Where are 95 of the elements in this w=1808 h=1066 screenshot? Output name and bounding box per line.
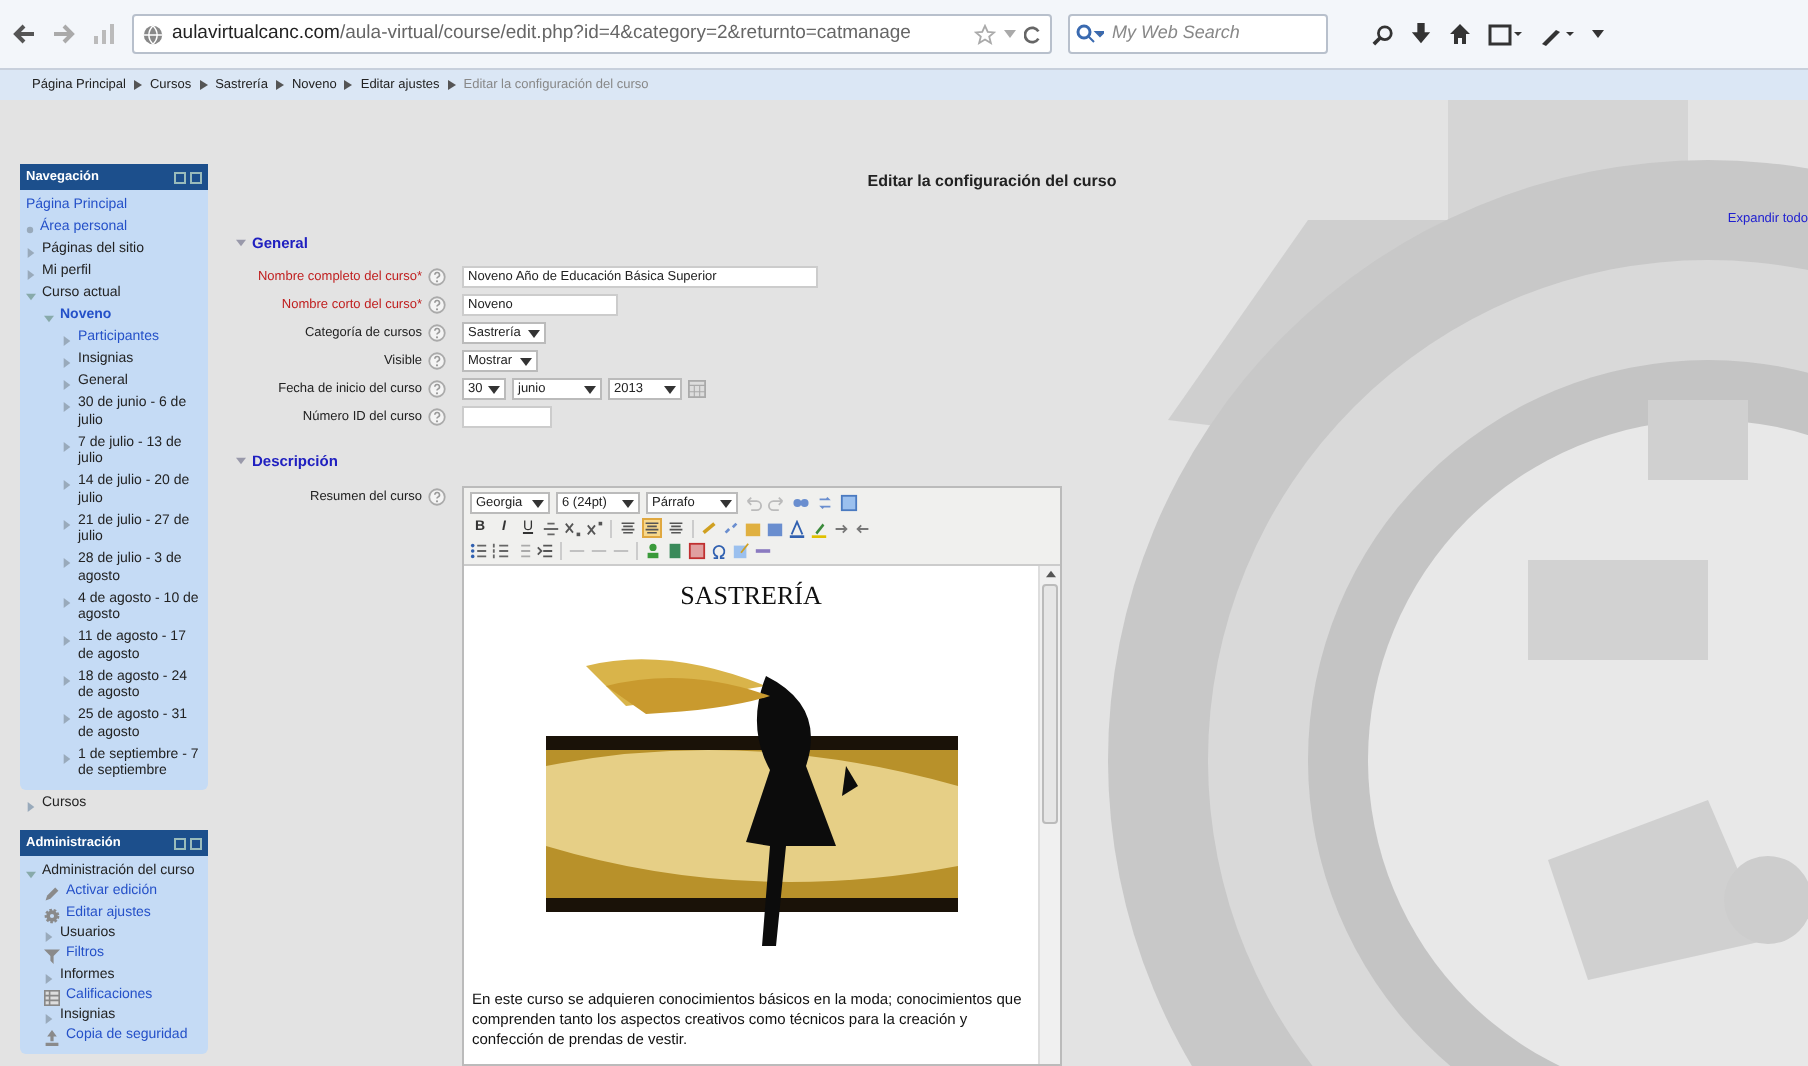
separator-icon [344,80,353,90]
gear-icon [44,907,60,923]
dropdown-caret-icon [664,385,676,393]
dock-icon [174,171,202,183]
dropdown-caret-icon [528,329,540,337]
expanded-arrow-icon[interactable] [236,456,246,467]
superscript-icon[interactable] [586,519,604,538]
collapsed-arrow-icon[interactable] [62,336,72,346]
collapsed-arrow-icon[interactable] [62,558,72,568]
collapsed-arrow-icon[interactable] [26,270,36,280]
help-icon[interactable] [428,268,446,286]
url-text: aulavirtualcanc.com/aula-virtual/course/edit.php?id=4&category=2&returnto=catmanage [172,19,913,48]
separator-icon [199,80,208,90]
text-color-icon[interactable] [788,519,806,538]
fullscreen-icon[interactable] [840,494,858,513]
signal-icon [92,24,116,44]
bullet-list-icon[interactable] [470,542,488,561]
rtl-icon[interactable] [854,519,872,538]
dropdown-caret-icon [520,357,532,365]
dropdown-caret-icon [532,499,544,508]
collapsed-arrow-icon[interactable] [62,358,72,368]
numbered-list-icon[interactable] [492,542,510,561]
align-icon [644,520,660,537]
align-icon [668,520,684,537]
omega-icon[interactable] [710,542,728,561]
help-icon[interactable] [428,324,446,342]
separator-icon [133,80,142,90]
search-engine-icon [1076,24,1104,44]
collapsed-arrow-icon[interactable] [44,1014,54,1024]
collapsed-arrow-icon[interactable] [62,441,72,451]
indent-icon[interactable] [536,542,554,561]
expanded-arrow-icon[interactable] [26,870,36,880]
scroll-up-icon [1045,570,1055,579]
text-field[interactable] [462,406,552,428]
collapsed-arrow-icon[interactable] [44,932,54,942]
help-icon[interactable] [428,408,446,426]
forward-icon[interactable] [52,22,76,46]
align-button[interactable] [642,518,662,539]
search-input[interactable]: My Web Search [1112,20,1320,48]
collapsed-arrow-icon[interactable] [44,973,54,983]
collapsed-arrow-icon[interactable] [62,519,72,529]
content-heading: SASTRERÍA [680,578,822,615]
highlight-icon[interactable] [810,519,828,538]
help-icon[interactable] [428,380,446,398]
expanded-arrow-icon[interactable] [26,292,36,302]
align-icon [620,520,636,537]
collapsed-arrow-icon[interactable] [62,714,72,724]
collapsed-arrow-icon[interactable] [62,636,72,646]
reload-icon[interactable] [1024,25,1042,43]
calendar-icon[interactable] [688,380,706,398]
collapsed-arrow-icon[interactable] [26,248,36,258]
back-icon[interactable] [12,22,36,46]
collapsed-arrow-icon[interactable] [62,753,72,763]
backup-icon [44,1030,60,1046]
subscript-icon[interactable] [564,519,582,538]
dropdown-caret-icon [488,385,500,393]
address-bar[interactable]: aulavirtualcanc.com/aula-virtual/course/edit.php?id=4&category=2&returnto=catmanage [132,14,1052,54]
dropdown-caret-icon [584,385,596,393]
dock-icon [174,837,202,849]
image-icon[interactable] [644,542,662,561]
align-button[interactable] [666,518,686,539]
globe-icon [142,23,164,45]
dropdown-icon [1592,30,1604,38]
search-icon[interactable] [1372,23,1394,45]
help-icon[interactable] [428,488,446,507]
redo-icon[interactable] [768,494,786,513]
bookmark-star-icon[interactable] [974,23,996,45]
undo-icon[interactable] [744,494,762,513]
search-field[interactable]: My Web Search [1068,14,1328,54]
pencil-icon [44,886,60,902]
collapsed-arrow-icon[interactable] [62,402,72,412]
filter-icon [44,948,60,964]
help-icon[interactable] [428,352,446,370]
bullet-icon [26,226,34,234]
strikethrough-icon[interactable] [542,519,560,538]
replace-icon[interactable] [816,494,834,513]
collapsed-arrow-icon[interactable] [62,675,72,685]
expanded-arrow-icon[interactable] [44,314,54,324]
align-button[interactable] [618,518,638,539]
help-icon[interactable] [428,296,446,314]
collapsed-arrow-icon[interactable] [26,801,36,811]
dropdown-icon [1004,30,1016,38]
download-icon[interactable] [1410,22,1432,46]
collapsed-arrow-icon[interactable] [62,480,72,490]
page-title: Editar la configuración del curso [867,170,1117,194]
separator-icon [275,80,284,90]
dropdown-caret-icon [720,499,732,508]
home-icon[interactable] [1448,22,1472,46]
dropdown-caret-icon [622,499,634,508]
bookmarks-menu-icon[interactable] [1488,23,1524,45]
collapsed-arrow-icon[interactable] [62,380,72,390]
expanded-arrow-icon[interactable] [236,237,246,248]
collapsed-arrow-icon[interactable] [62,597,72,607]
separator-icon [447,80,456,90]
ltr-icon[interactable] [832,519,850,538]
